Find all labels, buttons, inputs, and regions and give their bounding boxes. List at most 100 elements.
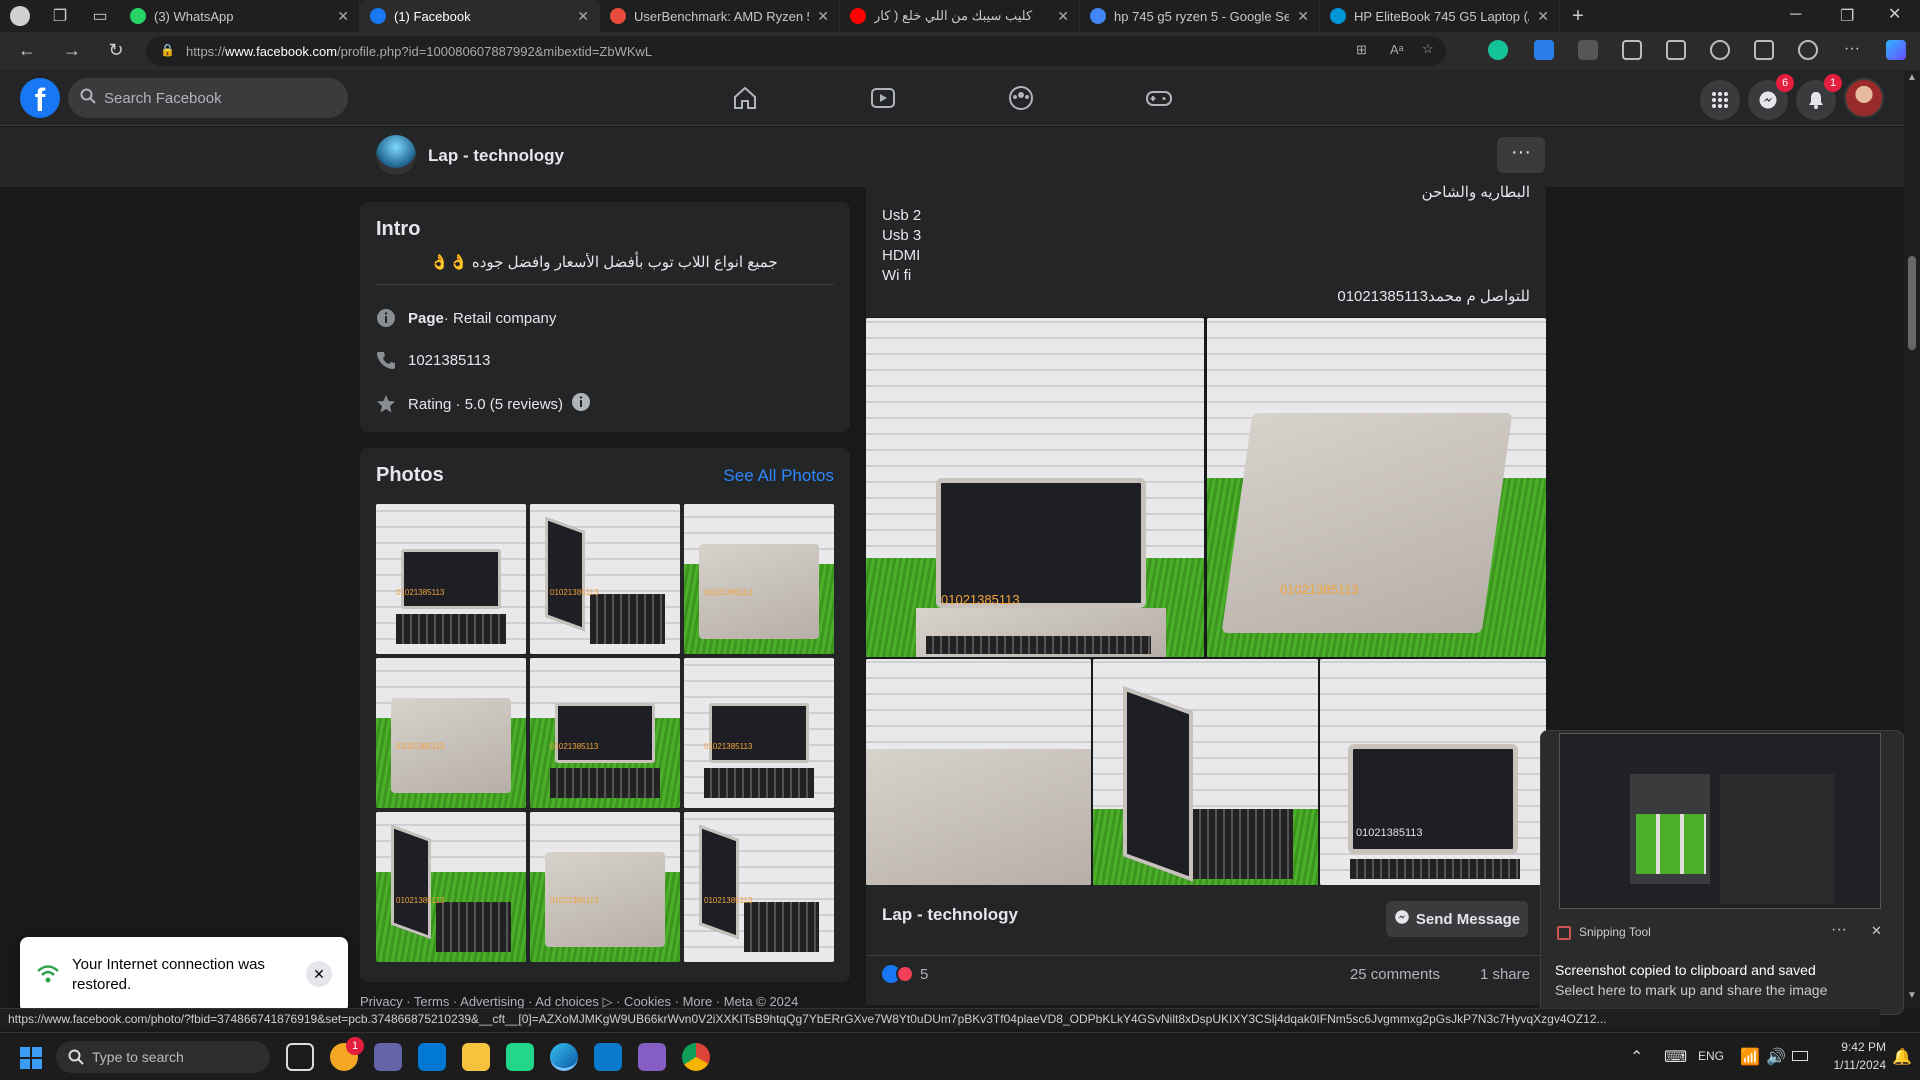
- browser-essentials-icon[interactable]: [1798, 40, 1818, 60]
- post-contact-line: للتواصل م محمد01021385113: [1337, 288, 1530, 305]
- file-explorer-icon[interactable]: [462, 1043, 490, 1071]
- teams-chat-icon[interactable]: [374, 1043, 402, 1071]
- send-message-button[interactable]: Send Message: [1386, 901, 1528, 937]
- account-avatar[interactable]: [1844, 78, 1884, 118]
- notification-center-icon[interactable]: 🔔: [1892, 1047, 1912, 1067]
- url-input[interactable]: 🔒 https://www.facebook.com/profile.php?i…: [146, 36, 1446, 66]
- task-view-icon[interactable]: [286, 1043, 314, 1071]
- volume-icon[interactable]: 🔊: [1766, 1047, 1786, 1067]
- tab-actions-icon[interactable]: ▭: [80, 6, 120, 26]
- favorite-star-icon[interactable]: ☆: [1422, 41, 1434, 57]
- browser-tab[interactable]: UserBenchmark: AMD Ryzen 5 Pr ✕: [600, 0, 840, 32]
- notification-more-icon[interactable]: ···: [1831, 921, 1847, 939]
- pycharm-icon[interactable]: [506, 1043, 534, 1071]
- show-hidden-icons-icon[interactable]: ⌃: [1630, 1047, 1643, 1067]
- scroll-up-icon[interactable]: ▲: [1907, 72, 1917, 83]
- restore-button[interactable]: ❐: [1840, 6, 1854, 26]
- post-photo-3[interactable]: [866, 659, 1091, 885]
- photo-thumbnail[interactable]: 01021385113: [376, 812, 526, 962]
- post-photo-2[interactable]: 01021385113: [1207, 318, 1546, 657]
- post-photo-5[interactable]: 01021385113: [1320, 659, 1546, 885]
- new-tab-button[interactable]: +: [1560, 5, 1596, 28]
- close-notification-icon[interactable]: ✕: [1871, 923, 1882, 939]
- browser-tab[interactable]: (1) Facebook ✕: [360, 0, 600, 32]
- browser-tab[interactable]: HP EliteBook 745 G5 Laptop (AM ✕: [1320, 0, 1560, 32]
- clock-time[interactable]: 9:42 PM: [1826, 1040, 1886, 1054]
- close-tab-icon[interactable]: ✕: [1537, 8, 1549, 25]
- close-tab-icon[interactable]: ✕: [337, 8, 349, 25]
- reload-icon[interactable]: ↻: [96, 40, 136, 61]
- photo-thumbnail[interactable]: 01021385113: [376, 504, 526, 654]
- notifications-bell-icon[interactable]: 1: [1796, 74, 1842, 120]
- snipping-tool-notification[interactable]: Snipping Tool ··· ✕ Screenshot copied to…: [1540, 730, 1904, 1015]
- photo-thumbnail[interactable]: 01021385113: [530, 658, 680, 808]
- chrome-icon[interactable]: [682, 1043, 710, 1071]
- wifi-icon[interactable]: 📶: [1740, 1047, 1760, 1067]
- minimize-button[interactable]: ─: [1790, 6, 1801, 24]
- close-tab-icon[interactable]: ✕: [577, 8, 589, 25]
- groups-icon[interactable]: [1005, 82, 1037, 114]
- search-facebook-input[interactable]: Search Facebook: [68, 78, 348, 118]
- see-all-photos-link[interactable]: See All Photos: [723, 466, 834, 486]
- browser-tab[interactable]: (3) WhatsApp ✕: [120, 0, 360, 32]
- browser-tab[interactable]: كليب سيبك من اللي خلع ( كار ✕: [840, 0, 1080, 32]
- close-tab-icon[interactable]: ✕: [817, 8, 829, 25]
- rating-info-icon[interactable]: [571, 392, 591, 416]
- battery-icon[interactable]: [1792, 1051, 1808, 1061]
- scroll-down-icon[interactable]: ▼: [1907, 990, 1917, 1001]
- extension-icon[interactable]: [1534, 40, 1554, 60]
- grammarly-icon[interactable]: [1488, 40, 1508, 60]
- workspaces-icon[interactable]: ❐: [40, 6, 80, 26]
- settings-more-icon[interactable]: ···: [1844, 40, 1860, 58]
- scrollbar-thumb[interactable]: [1908, 256, 1916, 350]
- shares-count[interactable]: 1 share: [1480, 966, 1530, 983]
- language-indicator[interactable]: ENG: [1698, 1049, 1724, 1063]
- clock-date[interactable]: 1/11/2024: [1812, 1058, 1887, 1072]
- read-aloud-icon[interactable]: Aᵃ: [1390, 42, 1404, 57]
- facebook-logo[interactable]: f: [20, 78, 60, 118]
- photo-thumbnail[interactable]: 01021385113: [376, 658, 526, 808]
- keyboard-icon[interactable]: ⌨: [1664, 1047, 1687, 1067]
- photo-thumbnail[interactable]: 01021385113: [530, 504, 680, 654]
- menu-grid-icon[interactable]: [1700, 80, 1740, 120]
- gaming-icon[interactable]: [1143, 82, 1175, 114]
- copilot-icon[interactable]: [1886, 40, 1906, 60]
- messenger-icon[interactable]: 6: [1748, 74, 1794, 120]
- windows-start-icon[interactable]: [20, 1047, 42, 1069]
- photo-thumbnail[interactable]: 01021385113: [684, 812, 834, 962]
- extension-nl-icon[interactable]: [1578, 40, 1598, 60]
- post-photo-1[interactable]: 01021385113: [866, 318, 1204, 657]
- post-photo-4[interactable]: [1093, 659, 1318, 885]
- photo-thumbnail[interactable]: 01021385113: [530, 812, 680, 962]
- close-window-button[interactable]: ✕: [1888, 4, 1901, 24]
- photo-thumbnail[interactable]: 01021385113: [684, 504, 834, 654]
- taskbar-search-input[interactable]: Type to search: [56, 1041, 270, 1073]
- favorites-icon[interactable]: [1710, 40, 1730, 60]
- microsoft-store-icon[interactable]: [418, 1043, 446, 1071]
- page-scrollbar[interactable]: ▲ ▼: [1904, 70, 1920, 1008]
- reactions-summary[interactable]: 5: [882, 965, 928, 983]
- app-orange-icon[interactable]: 1: [330, 1037, 364, 1071]
- close-toast-button[interactable]: ✕: [306, 961, 332, 987]
- extensions-puzzle-icon[interactable]: [1622, 40, 1642, 60]
- collections-icon[interactable]: [1754, 40, 1774, 60]
- split-screen-icon[interactable]: [1666, 40, 1686, 60]
- browser-tab[interactable]: hp 745 g5 ryzen 5 - Google Search ✕: [1080, 0, 1320, 32]
- home-icon[interactable]: [729, 82, 761, 114]
- more-options-button[interactable]: ···: [1497, 137, 1545, 173]
- forward-arrow-icon[interactable]: →: [52, 40, 92, 61]
- video-icon[interactable]: [867, 82, 899, 114]
- visual-studio-icon[interactable]: [638, 1043, 666, 1071]
- photo-thumbnail[interactable]: 01021385113: [684, 658, 834, 808]
- comments-count[interactable]: 25 comments: [1350, 966, 1440, 983]
- post-author[interactable]: Lap - technology: [882, 905, 1018, 925]
- close-tab-icon[interactable]: ✕: [1057, 8, 1069, 25]
- close-tab-icon[interactable]: ✕: [1297, 8, 1309, 25]
- vscode-icon[interactable]: [594, 1043, 622, 1071]
- profile-icon[interactable]: [0, 0, 40, 32]
- back-arrow-icon[interactable]: ←: [7, 40, 47, 61]
- page-title[interactable]: Lap - technology: [428, 146, 564, 166]
- app-available-icon[interactable]: ⊞: [1356, 42, 1367, 58]
- edge-icon[interactable]: [550, 1043, 578, 1071]
- page-avatar[interactable]: [376, 135, 416, 175]
